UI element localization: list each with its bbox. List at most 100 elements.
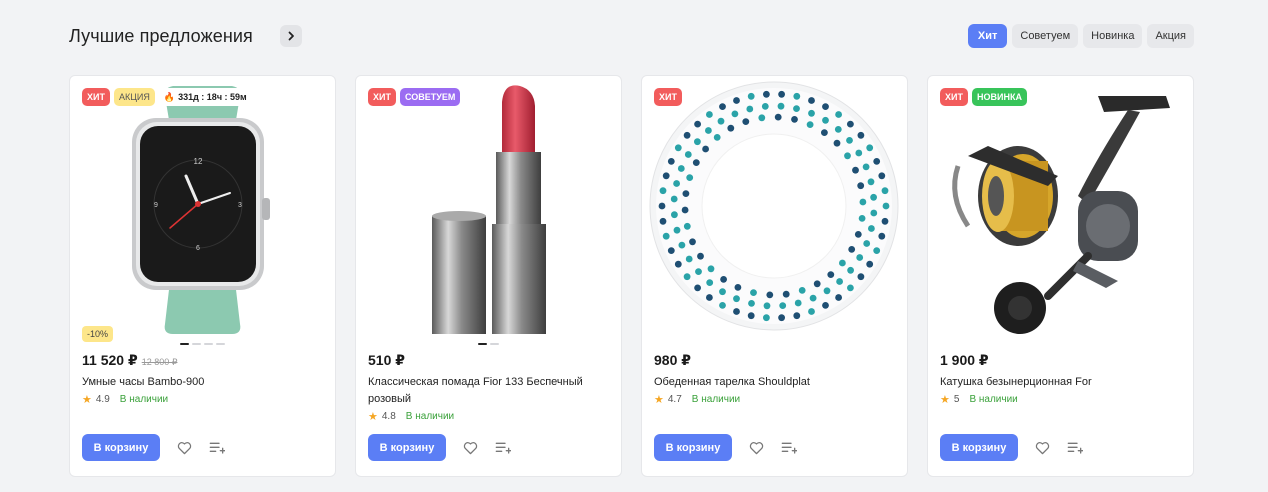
product-rating: 4.8 xyxy=(381,411,396,422)
filter-tab-recommend[interactable]: Советуем xyxy=(1012,24,1079,48)
product-meta: ★ 5 В наличии xyxy=(940,393,1018,406)
add-to-list-icon xyxy=(781,442,797,454)
product-price: 11 520 ₽ xyxy=(82,352,138,368)
product-badges: ХИТ СОВЕТУЕМ xyxy=(368,88,461,106)
plate-dot xyxy=(827,271,835,278)
product-price: 980 ₽ xyxy=(654,352,691,368)
plate-dot xyxy=(706,111,713,118)
plate-dot xyxy=(734,284,742,291)
stock-status: В наличии xyxy=(969,394,1018,405)
plate-dot xyxy=(857,182,865,190)
product-name[interactable]: Обеденная тарелка Shouldplat xyxy=(654,374,899,391)
plate-dot xyxy=(673,226,681,234)
heart-icon xyxy=(177,441,191,454)
price-row: 510 ₽ xyxy=(368,352,405,369)
section-more-button[interactable] xyxy=(280,25,302,47)
svg-text:3: 3 xyxy=(238,202,242,209)
plate-dot xyxy=(791,116,798,123)
plate-dot xyxy=(683,222,691,230)
product-actions: В корзину xyxy=(368,434,512,461)
plate-dot xyxy=(882,202,890,210)
plate-dot xyxy=(713,134,721,141)
plate-dot xyxy=(681,206,689,214)
plate-dot xyxy=(674,144,682,152)
product-badges: ХИТ АКЦИЯ 🔥 331д : 18ч : 59м xyxy=(82,88,252,106)
product-badges: ХИТ xyxy=(654,88,682,106)
plate-dot xyxy=(813,280,821,288)
smartwatch-image: 12 6 9 3 xyxy=(132,86,270,334)
plate-dot xyxy=(719,302,726,309)
plate-dot xyxy=(878,172,886,180)
add-to-cart-button[interactable]: В корзину xyxy=(82,434,160,461)
product-name[interactable]: Катушка безынерционная For xyxy=(940,374,1185,391)
svg-text:12: 12 xyxy=(194,157,203,166)
plate-dot xyxy=(678,241,686,249)
product-image[interactable] xyxy=(928,76,1193,338)
plate-dot xyxy=(682,190,690,197)
filter-tab-sale[interactable]: Акция xyxy=(1147,24,1194,48)
plate-dot xyxy=(733,97,740,104)
plate-dot xyxy=(847,266,854,274)
product-meta: ★ 4.8 В наличии xyxy=(368,410,454,423)
plate-dot xyxy=(822,116,829,124)
fire-icon: 🔥 xyxy=(163,91,176,102)
plate-dot xyxy=(798,287,806,294)
plate-dot xyxy=(692,159,700,166)
plate-dot xyxy=(878,232,886,240)
plate-dot xyxy=(774,113,782,121)
product-image[interactable] xyxy=(356,76,621,338)
product-card[interactable]: ХИТ 980 ₽ Обеденная тарелка Shouldplat ★… xyxy=(641,75,908,477)
star-icon: ★ xyxy=(940,394,950,406)
price-row: 11 520 ₽ 12 800 ₽ xyxy=(82,352,177,369)
add-to-cart-button[interactable]: В корзину xyxy=(654,434,732,461)
recommend-badge: СОВЕТУЕМ xyxy=(399,88,461,106)
image-pagination[interactable] xyxy=(478,343,499,345)
lipstick-image xyxy=(432,85,546,334)
plate-dot xyxy=(763,302,771,310)
compare-button[interactable] xyxy=(208,439,226,457)
fishing-reel-image xyxy=(952,96,1170,334)
favorite-button[interactable] xyxy=(747,439,765,457)
new-badge: НОВИНКА xyxy=(971,88,1027,106)
filter-tab-hit[interactable]: Хит xyxy=(967,24,1008,48)
plate-dot xyxy=(862,163,870,171)
plate-dot xyxy=(685,255,693,263)
add-to-cart-button[interactable]: В корзину xyxy=(940,434,1018,461)
plate-dot xyxy=(763,90,770,98)
plate-dot xyxy=(822,302,829,309)
favorite-button[interactable] xyxy=(461,439,479,457)
add-to-cart-button[interactable]: В корзину xyxy=(368,434,446,461)
product-card[interactable]: ХИТ НОВИНКА 1 900 ₽ Катушка безынерционн… xyxy=(927,75,1194,477)
compare-button[interactable] xyxy=(494,439,512,457)
product-name[interactable]: Умные часы Bambo-900 xyxy=(82,374,327,391)
filter-tab-new[interactable]: Новинка xyxy=(1083,24,1143,48)
price-row: 980 ₽ xyxy=(654,352,691,369)
plate-dot xyxy=(733,295,740,303)
plate-dot xyxy=(707,265,715,273)
product-rating: 4.9 xyxy=(95,394,110,405)
product-name[interactable]: Классическая помада Fior 133 Беспечный р… xyxy=(368,374,613,408)
plate-dot xyxy=(870,193,877,201)
plate-dot xyxy=(677,165,685,172)
compare-button[interactable] xyxy=(1066,439,1084,457)
product-card[interactable]: ХИТ СОВЕТУЕМ 510 ₽ Классическая помада F… xyxy=(355,75,622,477)
svg-text:9: 9 xyxy=(154,202,158,209)
product-card[interactable]: 12 6 9 3 ХИТ АКЦИЯ 🔥 331д : 18ч : 59м -1… xyxy=(69,75,336,477)
plate-dot xyxy=(854,231,862,238)
plate-dot xyxy=(670,195,678,203)
favorite-button[interactable] xyxy=(1033,439,1051,457)
discount-badge: -10% xyxy=(82,326,114,342)
plate-dot xyxy=(809,294,817,302)
plate-dot xyxy=(782,290,790,298)
product-image[interactable] xyxy=(642,76,907,338)
stock-status: В наличии xyxy=(691,394,741,405)
image-pagination[interactable] xyxy=(180,343,225,345)
compare-button[interactable] xyxy=(780,439,798,457)
product-image[interactable]: 12 6 9 3 xyxy=(70,76,335,338)
hit-badge: ХИТ xyxy=(368,88,396,106)
plate-dot xyxy=(683,131,691,139)
favorite-button[interactable] xyxy=(175,439,193,457)
plate-dot xyxy=(719,288,726,296)
plate-dot xyxy=(808,308,815,315)
plate-dot xyxy=(662,232,670,240)
